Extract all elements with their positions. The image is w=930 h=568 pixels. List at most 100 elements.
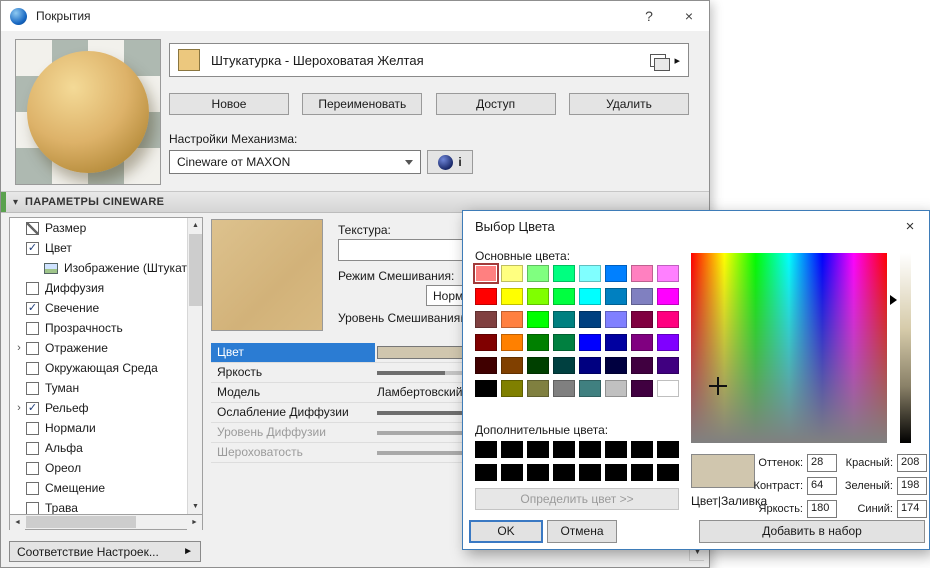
tree-item[interactable]: Трава — [10, 498, 187, 514]
basic-color-swatch[interactable] — [605, 288, 627, 305]
scroll-right-icon[interactable]: ► — [187, 515, 202, 530]
custom-color-swatch[interactable] — [553, 464, 575, 481]
cancel-button[interactable]: Отмена — [547, 520, 617, 543]
basic-color-swatch[interactable] — [501, 311, 523, 328]
custom-color-swatch[interactable] — [579, 441, 601, 458]
basic-color-swatch[interactable] — [475, 265, 497, 282]
basic-color-swatch[interactable] — [527, 334, 549, 351]
basic-color-swatch[interactable] — [631, 380, 653, 397]
color-field-value[interactable]: 198 — [897, 476, 927, 495]
checkbox[interactable] — [26, 321, 39, 335]
basic-color-swatch[interactable] — [605, 357, 627, 374]
basic-color-swatch[interactable] — [631, 357, 653, 374]
tree-item[interactable]: Нормали — [10, 418, 187, 438]
tree-item[interactable]: ✓ Цвет — [10, 238, 187, 258]
dialog-title-bar[interactable]: Выбор Цвета × — [463, 211, 929, 241]
custom-color-swatch[interactable] — [631, 441, 653, 458]
custom-color-swatch[interactable] — [501, 441, 523, 458]
basic-color-swatch[interactable] — [501, 357, 523, 374]
basic-color-swatch[interactable] — [631, 288, 653, 305]
chevron-right-icon[interactable]: › — [12, 341, 26, 355]
basic-color-swatch[interactable] — [657, 311, 679, 328]
basic-color-swatch[interactable] — [579, 288, 601, 305]
tree-vertical-scrollbar[interactable]: ▲ ▼ — [187, 218, 202, 514]
basic-color-swatch[interactable] — [501, 288, 523, 305]
basic-color-swatch[interactable] — [631, 334, 653, 351]
basic-color-swatch[interactable] — [605, 311, 627, 328]
custom-color-swatch[interactable] — [605, 464, 627, 481]
basic-color-swatch[interactable] — [501, 380, 523, 397]
luminance-marker-icon[interactable] — [890, 295, 897, 305]
close-button[interactable]: × — [669, 1, 709, 31]
custom-color-swatch[interactable] — [527, 441, 549, 458]
tree-item[interactable]: Диффузия — [10, 278, 187, 298]
custom-color-swatch[interactable] — [657, 464, 679, 481]
flyout-arrow-icon[interactable]: ▸ — [674, 54, 680, 67]
tree-item[interactable]: Туман — [10, 378, 187, 398]
basic-color-swatch[interactable] — [605, 334, 627, 351]
checkbox[interactable] — [26, 441, 39, 455]
custom-color-swatch[interactable] — [657, 441, 679, 458]
basic-color-swatch[interactable] — [657, 334, 679, 351]
access-button[interactable]: Доступ — [435, 93, 556, 115]
basic-color-swatch[interactable] — [475, 288, 497, 305]
title-bar[interactable]: Покрытия ? × — [1, 1, 709, 31]
basic-color-swatch[interactable] — [527, 311, 549, 328]
basic-color-swatch[interactable] — [579, 334, 601, 351]
color-field-value[interactable]: 174 — [897, 499, 927, 518]
checkbox[interactable] — [26, 461, 39, 475]
tree-item[interactable]: Смещение — [10, 478, 187, 498]
rename-button[interactable]: Переименовать — [302, 93, 423, 115]
tree-item[interactable]: ✓ Свечение — [10, 298, 187, 318]
color-field-value[interactable]: 208 — [897, 453, 927, 472]
delete-button[interactable]: Удалить — [568, 93, 689, 115]
tree-item[interactable]: Ореол — [10, 458, 187, 478]
basic-color-swatch[interactable] — [475, 334, 497, 351]
basic-color-swatch[interactable] — [657, 357, 679, 374]
checkbox[interactable] — [26, 501, 39, 514]
ok-button[interactable]: OK — [469, 520, 543, 543]
scroll-left-icon[interactable]: ◄ — [10, 515, 25, 530]
custom-color-swatch[interactable] — [501, 464, 523, 481]
basic-color-swatch[interactable] — [527, 357, 549, 374]
tree-item[interactable]: Окружающая Среда — [10, 358, 187, 378]
basic-color-swatch[interactable] — [475, 311, 497, 328]
tree-item[interactable]: Прозрачность — [10, 318, 187, 338]
custom-color-swatch[interactable] — [553, 441, 575, 458]
help-button[interactable]: ? — [629, 1, 669, 31]
new-button[interactable]: Новое — [169, 93, 289, 115]
checkbox[interactable] — [26, 341, 39, 355]
custom-color-swatch[interactable] — [475, 441, 497, 458]
material-name-dropdown[interactable]: Штукатурка - Шероховатая Желтая ▸ — [169, 43, 689, 77]
checkbox[interactable] — [26, 361, 39, 375]
chevron-right-icon[interactable]: › — [12, 401, 26, 415]
basic-color-swatch[interactable] — [527, 380, 549, 397]
tree-item[interactable]: › ✓ Рельеф — [10, 398, 187, 418]
basic-color-swatch[interactable] — [501, 334, 523, 351]
checkbox[interactable]: ✓ — [26, 401, 39, 415]
tree-horizontal-scrollbar[interactable]: ◄ ► — [9, 515, 203, 530]
custom-color-swatch[interactable] — [631, 464, 653, 481]
checkbox[interactable] — [26, 381, 39, 395]
basic-color-swatch[interactable] — [605, 265, 627, 282]
custom-color-swatch[interactable] — [605, 441, 627, 458]
basic-color-swatch[interactable] — [553, 334, 575, 351]
basic-color-swatch[interactable] — [605, 380, 627, 397]
basic-color-swatch[interactable] — [657, 288, 679, 305]
basic-color-swatch[interactable] — [527, 265, 549, 282]
tree-item[interactable]: Альфа — [10, 438, 187, 458]
basic-color-swatch[interactable] — [657, 265, 679, 282]
cineware-engine-button[interactable]: i — [427, 150, 473, 174]
engine-dropdown[interactable]: Cineware от MAXON — [169, 150, 421, 174]
basic-color-swatch[interactable] — [475, 380, 497, 397]
basic-color-swatch[interactable] — [553, 288, 575, 305]
basic-color-swatch[interactable] — [579, 311, 601, 328]
tree-item[interactable]: › Отражение — [10, 338, 187, 358]
settings-match-button[interactable]: Соответствие Настроек... ► — [9, 541, 201, 562]
tree-item[interactable]: Размер — [10, 218, 187, 238]
basic-color-swatch[interactable] — [657, 380, 679, 397]
checkbox[interactable] — [26, 421, 39, 435]
checkbox[interactable] — [26, 481, 39, 495]
scroll-up-icon[interactable]: ▲ — [188, 218, 202, 233]
basic-color-swatch[interactable] — [631, 311, 653, 328]
